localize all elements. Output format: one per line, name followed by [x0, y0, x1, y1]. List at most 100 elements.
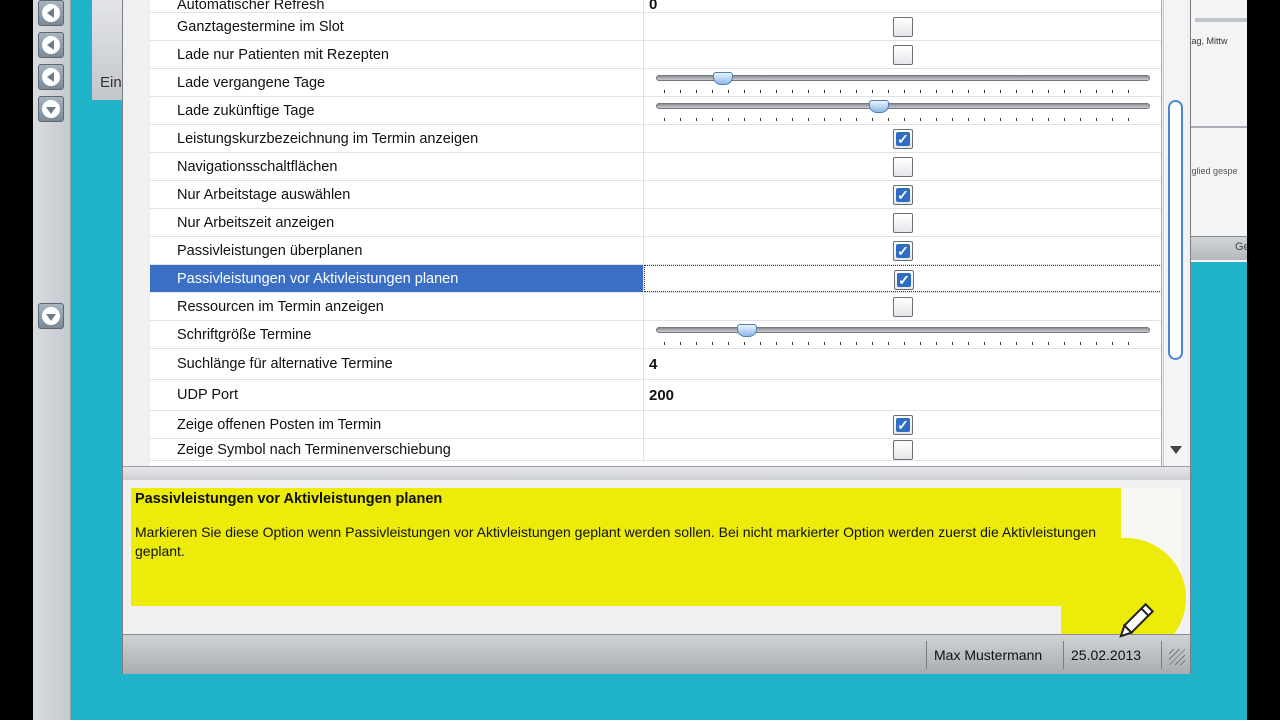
property-value[interactable]: 4 [649, 349, 657, 379]
background-toolbar: Ge [1189, 236, 1247, 260]
background-bar-text: Ge [1235, 241, 1247, 253]
background-window-right: tag, Mittw tglied gespe Ge [1188, 0, 1247, 262]
property-value-cell[interactable]: 200 [644, 380, 1161, 410]
property-label: Lade vergangene Tage [150, 69, 644, 96]
property-row[interactable]: Lade nur Patienten mit Rezepten [150, 41, 1161, 69]
property-value-cell[interactable] [644, 153, 1161, 180]
description-panel: Passivleistungen vor Aktivleistungen pla… [131, 488, 1186, 658]
property-row[interactable]: Ressourcen im Termin anzeigen [150, 293, 1161, 321]
property-row[interactable]: Lade zukünftige Tage [150, 97, 1161, 125]
slider-track[interactable] [656, 103, 1150, 109]
property-checkbox[interactable]: ✓ [893, 129, 913, 149]
property-label: Ganztagestermine im Slot [150, 13, 644, 40]
property-checkbox[interactable] [893, 297, 913, 317]
property-row[interactable]: UDP Port 200 [150, 380, 1161, 411]
scroll-down-arrow-icon[interactable] [1170, 446, 1182, 454]
rail-back-button-2[interactable] [38, 32, 64, 58]
property-slider[interactable] [656, 70, 1150, 96]
status-separator [926, 641, 927, 669]
slider-thumb[interactable] [737, 324, 757, 337]
property-value-cell[interactable]: 0 [644, 0, 1161, 13]
background-slider [1195, 18, 1247, 22]
slider-ticks [664, 342, 1144, 345]
background-window-left: Ein [92, 0, 126, 100]
property-row[interactable]: Automatischer Refresh 0 [150, 0, 1161, 13]
property-value-cell[interactable] [644, 439, 1161, 460]
property-checkbox[interactable] [893, 157, 913, 177]
property-value-cell[interactable] [644, 321, 1161, 348]
property-value[interactable]: 200 [649, 380, 674, 410]
property-value-cell[interactable] [644, 13, 1161, 40]
background-text-2: tglied gespe [1189, 166, 1238, 176]
arrow-down-icon [42, 307, 60, 325]
background-window-label: Ein [100, 74, 122, 91]
property-value-cell[interactable]: ✓ [644, 411, 1161, 438]
property-value-cell[interactable]: ✓ [644, 265, 1161, 292]
property-row[interactable]: Suchlänge für alternative Termine 4 [150, 349, 1161, 380]
property-row[interactable]: Lade vergangene Tage [150, 69, 1161, 97]
property-row[interactable]: Schriftgröße Termine [150, 321, 1161, 349]
property-label: Suchlänge für alternative Termine [150, 349, 644, 379]
property-label: Zeige Symbol nach Terminenverschiebung [150, 439, 644, 460]
property-row[interactable]: Nur Arbeitstage auswählen ✓ [150, 181, 1161, 209]
status-user: Max Mustermann [934, 647, 1043, 663]
property-checkbox[interactable]: ✓ [893, 415, 913, 435]
property-checkbox[interactable] [893, 213, 913, 233]
property-row[interactable]: Passivleistungen überplanen ✓ [150, 237, 1161, 265]
property-row[interactable]: Passivleistungen vor Aktivleistungen pla… [150, 265, 1161, 293]
property-checkbox[interactable]: ✓ [894, 270, 914, 290]
property-label: Lade nur Patienten mit Rezepten [150, 41, 644, 68]
property-label: Ressourcen im Termin anzeigen [150, 293, 644, 320]
property-row[interactable]: Zeige offenen Posten im Termin ✓ [150, 411, 1161, 439]
background-text-1: tag, Mittw [1189, 36, 1228, 46]
property-slider[interactable] [656, 98, 1150, 124]
property-slider[interactable] [656, 322, 1150, 348]
slider-ticks [664, 90, 1144, 93]
property-row[interactable]: Leistungskurzbezeichnung im Termin anzei… [150, 125, 1161, 153]
status-separator [1161, 641, 1162, 669]
property-row[interactable]: Navigationsschaltflächen [150, 153, 1161, 181]
slider-thumb[interactable] [869, 100, 889, 113]
property-value-cell[interactable]: 4 [644, 349, 1161, 379]
property-row[interactable]: Nur Arbeitszeit anzeigen [150, 209, 1161, 237]
property-value-cell[interactable]: ✓ [644, 125, 1161, 152]
grid-splitter[interactable] [123, 466, 1190, 480]
property-row[interactable]: Ganztagestermine im Slot [150, 13, 1161, 41]
navigation-rail [33, 0, 71, 720]
pencil-cursor-icon [1119, 602, 1155, 638]
property-checkbox[interactable] [893, 17, 913, 37]
property-checkbox[interactable] [893, 45, 913, 65]
property-checkbox[interactable]: ✓ [893, 185, 913, 205]
slider-thumb[interactable] [713, 72, 733, 85]
property-value-cell[interactable]: ✓ [644, 237, 1161, 264]
property-checkbox[interactable]: ✓ [893, 241, 913, 261]
property-value-cell[interactable] [644, 41, 1161, 68]
rail-back-button-1[interactable] [38, 0, 64, 26]
property-row[interactable]: Zeige Symbol nach Terminenverschiebung [150, 439, 1161, 461]
property-label: Automatischer Refresh [150, 0, 644, 13]
rail-back-button-3[interactable] [38, 64, 64, 90]
checkmark-icon: ✓ [896, 417, 910, 433]
description-title: Passivleistungen vor Aktivleistungen pla… [135, 491, 443, 507]
property-label: Nur Arbeitstage auswählen [150, 181, 644, 208]
property-label: Nur Arbeitszeit anzeigen [150, 209, 644, 236]
slider-track[interactable] [656, 327, 1150, 333]
settings-dialog: Automatischer Refresh 0 Ganztagestermine i… [122, 0, 1191, 674]
property-value[interactable]: 0 [649, 0, 657, 13]
rail-expand-button-1[interactable] [38, 96, 64, 122]
property-value-cell[interactable]: ✓ [644, 181, 1161, 208]
property-grid-scrollbar[interactable] [1163, 0, 1187, 466]
resize-grip-icon[interactable] [1169, 649, 1185, 665]
property-checkbox[interactable] [893, 440, 913, 460]
property-value-cell[interactable] [644, 209, 1161, 236]
arrow-left-icon [42, 4, 60, 22]
rail-expand-button-2[interactable] [38, 303, 64, 329]
arrow-down-icon [42, 100, 60, 118]
property-value-cell[interactable] [644, 293, 1161, 320]
property-label: Zeige offenen Posten im Termin [150, 411, 644, 438]
property-value-cell[interactable] [644, 69, 1161, 96]
property-label: Leistungskurzbezeichnung im Termin anzei… [150, 125, 644, 152]
scrollbar-thumb[interactable] [1168, 100, 1183, 360]
property-label: Navigationsschaltflächen [150, 153, 644, 180]
property-value-cell[interactable] [644, 97, 1161, 124]
